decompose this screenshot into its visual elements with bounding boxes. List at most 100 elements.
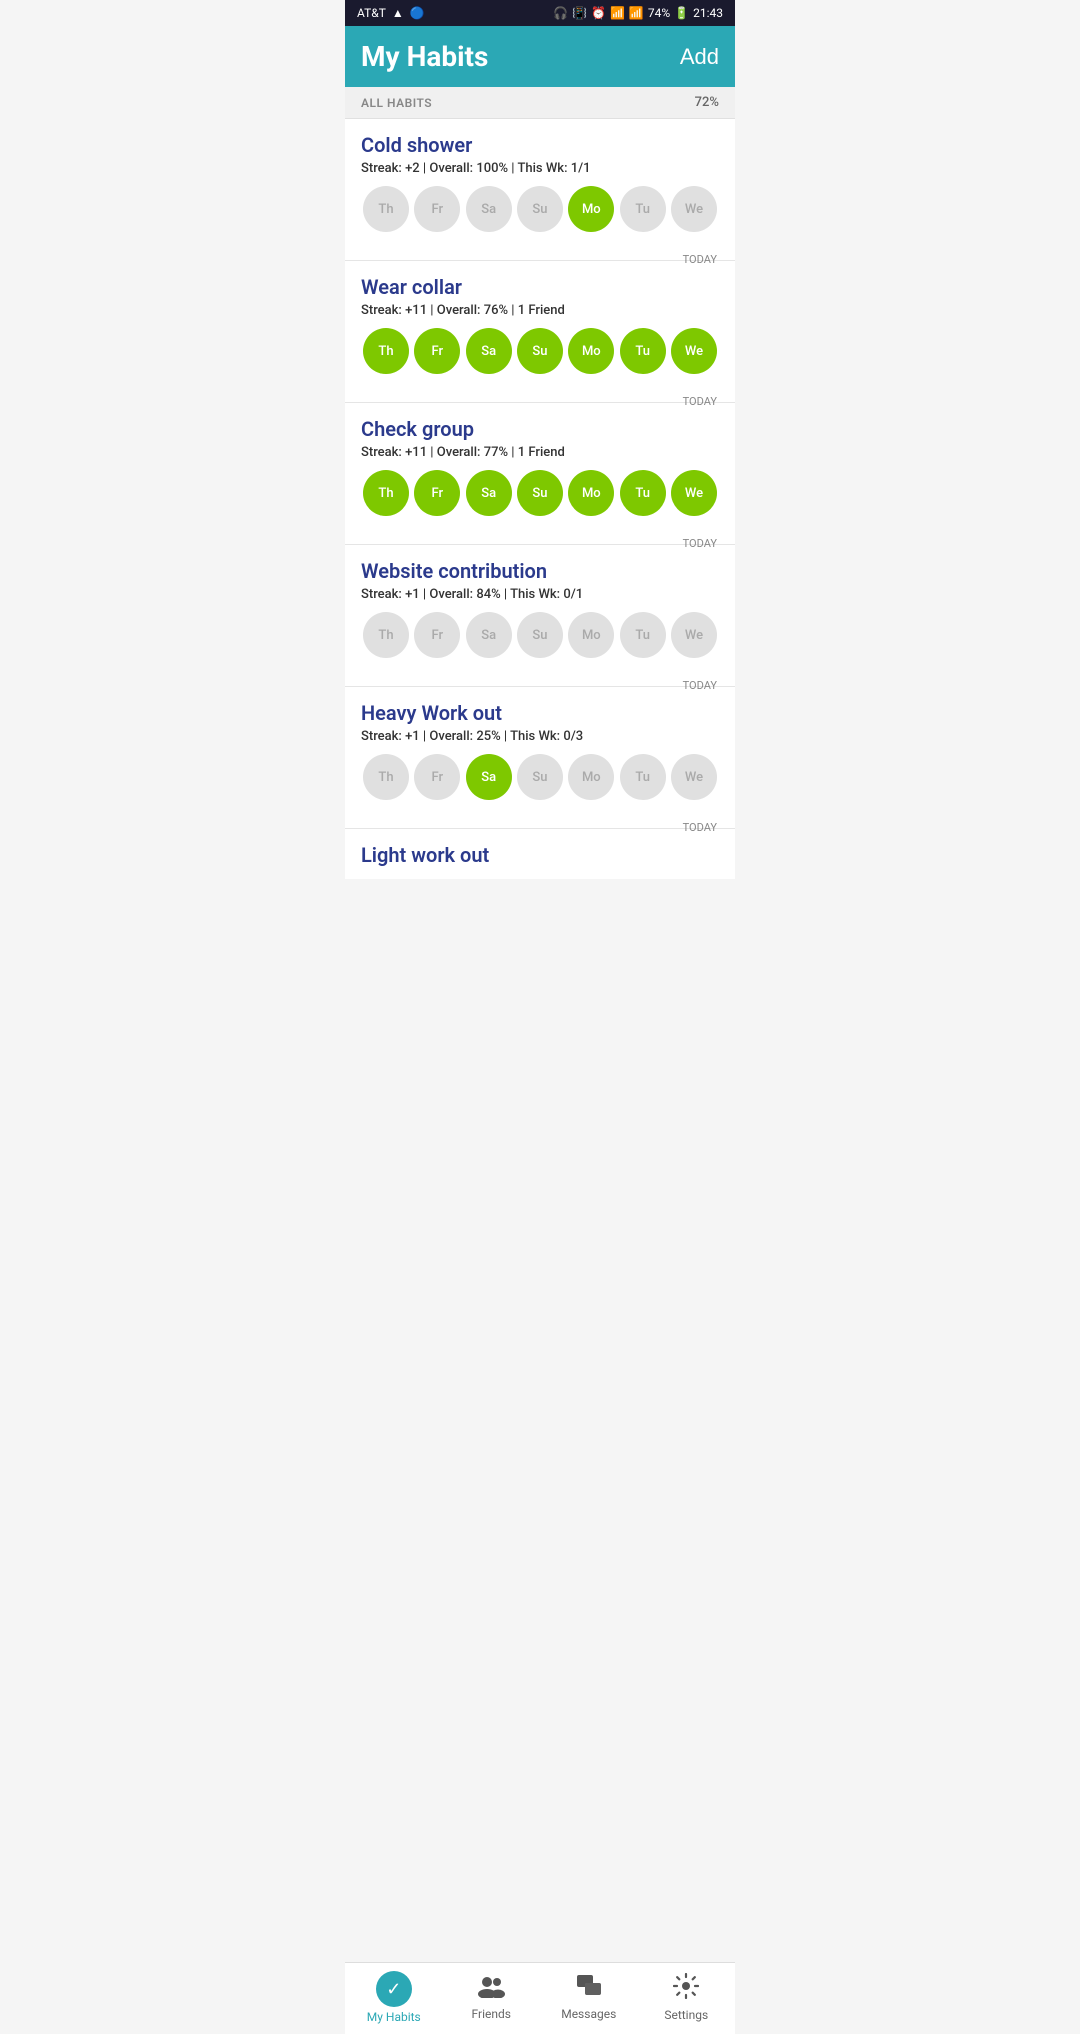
all-habits-label: ALL HABITS xyxy=(361,96,432,110)
day-circle-4-5[interactable]: Tu xyxy=(620,754,666,800)
day-circle-1-5[interactable]: Tu xyxy=(620,328,666,374)
friends-icon xyxy=(477,1974,505,2004)
days-row-3: ThFrSaSuMoTuWe xyxy=(361,612,719,658)
today-label-2: TODAY xyxy=(683,537,717,550)
messages-icon xyxy=(576,1974,602,2004)
days-wrapper-1: ThFrSaSuMoTuWeTODAY xyxy=(361,328,719,392)
today-label-4: TODAY xyxy=(683,821,717,834)
habit-stats-4: Streak: +1 | Overall: 25% | This Wk: 0/3 xyxy=(361,729,719,744)
nav-label-friends: Friends xyxy=(472,2007,511,2021)
today-label-3: TODAY xyxy=(683,679,717,692)
day-circle-0-0[interactable]: Th xyxy=(363,186,409,232)
days-wrapper-2: ThFrSaSuMoTuWeTODAY xyxy=(361,470,719,534)
habit-stats-2: Streak: +11 | Overall: 77% | 1 Friend xyxy=(361,445,719,460)
day-circle-2-1[interactable]: Fr xyxy=(414,470,460,516)
days-wrapper-0: ThFrSaSuMoTuWeTODAY xyxy=(361,186,719,250)
status-bar: AT&T ▲ 🔵 🎧 📳 ⏰ 📶 📶 74% 🔋 21:43 xyxy=(345,0,735,26)
today-label-1: TODAY xyxy=(683,395,717,408)
day-circle-4-0[interactable]: Th xyxy=(363,754,409,800)
day-circle-2-3[interactable]: Su xyxy=(517,470,563,516)
habit-stats-1: Streak: +11 | Overall: 76% | 1 Friend xyxy=(361,303,719,318)
habit-card-3[interactable]: Website contribution Streak: +1 | Overall… xyxy=(345,545,735,687)
alarm-icon: ⏰ xyxy=(591,6,606,20)
day-circle-1-3[interactable]: Su xyxy=(517,328,563,374)
settings-icon xyxy=(673,1973,699,2005)
nav-label-settings: Settings xyxy=(664,2008,708,2022)
add-button[interactable]: Add xyxy=(680,44,719,70)
days-row-2: ThFrSaSuMoTuWe xyxy=(361,470,719,516)
day-circle-4-3[interactable]: Su xyxy=(517,754,563,800)
nav-label-messages: Messages xyxy=(561,2007,616,2021)
day-circle-0-4[interactable]: Mo xyxy=(568,186,614,232)
wifi-icon: 📶 xyxy=(610,6,625,20)
day-circle-4-6[interactable]: We xyxy=(671,754,717,800)
day-circle-1-2[interactable]: Sa xyxy=(466,328,512,374)
day-circle-0-5[interactable]: Tu xyxy=(620,186,666,232)
habits-scroll-area: Cold shower Streak: +2 | Overall: 100% | … xyxy=(345,119,735,949)
days-row-1: ThFrSaSuMoTuWe xyxy=(361,328,719,374)
app-header: My Habits Add xyxy=(345,26,735,87)
droplet-icon: 🔵 xyxy=(410,6,425,20)
carrier: AT&T xyxy=(357,6,386,20)
nav-item-friends[interactable]: Friends xyxy=(443,1974,541,2021)
habit-card-0[interactable]: Cold shower Streak: +2 | Overall: 100% | … xyxy=(345,119,735,261)
app-title: My Habits xyxy=(361,40,488,73)
partial-habit-name: Light work out xyxy=(361,843,719,867)
nav-item-settings[interactable]: Settings xyxy=(638,1973,736,2022)
day-circle-3-2[interactable]: Sa xyxy=(466,612,512,658)
day-circle-2-6[interactable]: We xyxy=(671,470,717,516)
time: 21:43 xyxy=(693,6,723,20)
signal-icon: 📶 xyxy=(629,6,644,20)
habit-name-2: Check group xyxy=(361,417,719,441)
day-circle-0-3[interactable]: Su xyxy=(517,186,563,232)
warning-icon: ▲ xyxy=(392,6,404,20)
habit-card-4[interactable]: Heavy Work out Streak: +1 | Overall: 25% … xyxy=(345,687,735,829)
day-circle-3-0[interactable]: Th xyxy=(363,612,409,658)
day-circle-0-2[interactable]: Sa xyxy=(466,186,512,232)
habit-stats-3: Streak: +1 | Overall: 84% | This Wk: 0/1 xyxy=(361,587,719,602)
habit-stats-0: Streak: +2 | Overall: 100% | This Wk: 1/… xyxy=(361,161,719,176)
habit-card-2[interactable]: Check group Streak: +11 | Overall: 77% | … xyxy=(345,403,735,545)
day-circle-2-0[interactable]: Th xyxy=(363,470,409,516)
all-habits-percent: 72% xyxy=(695,95,719,110)
days-row-0: ThFrSaSuMoTuWe xyxy=(361,186,719,232)
bottom-nav: ✓ My Habits Friends Messages xyxy=(345,1962,735,2034)
habit-name-1: Wear collar xyxy=(361,275,719,299)
day-circle-3-4[interactable]: Mo xyxy=(568,612,614,658)
day-circle-3-5[interactable]: Tu xyxy=(620,612,666,658)
nav-label-my-habits: My Habits xyxy=(367,2010,421,2024)
day-circle-1-0[interactable]: Th xyxy=(363,328,409,374)
battery-icon: 🔋 xyxy=(674,6,689,20)
habits-list: Cold shower Streak: +2 | Overall: 100% | … xyxy=(345,119,735,829)
day-circle-2-5[interactable]: Tu xyxy=(620,470,666,516)
status-right: 🎧 📳 ⏰ 📶 📶 74% 🔋 21:43 xyxy=(553,6,723,20)
day-circle-1-4[interactable]: Mo xyxy=(568,328,614,374)
nav-item-my-habits[interactable]: ✓ My Habits xyxy=(345,1971,443,2024)
day-circle-2-2[interactable]: Sa xyxy=(466,470,512,516)
habit-card-1[interactable]: Wear collar Streak: +11 | Overall: 76% | … xyxy=(345,261,735,403)
days-row-4: ThFrSaSuMoTuWe xyxy=(361,754,719,800)
today-label-0: TODAY xyxy=(683,253,717,266)
days-wrapper-3: ThFrSaSuMoTuWeTODAY xyxy=(361,612,719,676)
day-circle-1-6[interactable]: We xyxy=(671,328,717,374)
day-circle-3-3[interactable]: Su xyxy=(517,612,563,658)
partial-habit-card[interactable]: Light work out xyxy=(345,829,735,879)
day-circle-1-1[interactable]: Fr xyxy=(414,328,460,374)
day-circle-3-6[interactable]: We xyxy=(671,612,717,658)
nav-item-messages[interactable]: Messages xyxy=(540,1974,638,2021)
habit-name-4: Heavy Work out xyxy=(361,701,719,725)
vibrate-icon: 📳 xyxy=(572,6,587,20)
day-circle-4-2[interactable]: Sa xyxy=(466,754,512,800)
headphone-icon: 🎧 xyxy=(553,6,568,20)
day-circle-0-1[interactable]: Fr xyxy=(414,186,460,232)
days-wrapper-4: ThFrSaSuMoTuWeTODAY xyxy=(361,754,719,818)
day-circle-4-1[interactable]: Fr xyxy=(414,754,460,800)
my-habits-check-icon: ✓ xyxy=(376,1971,412,2007)
habit-name-3: Website contribution xyxy=(361,559,719,583)
day-circle-4-4[interactable]: Mo xyxy=(568,754,614,800)
habit-name-0: Cold shower xyxy=(361,133,719,157)
day-circle-0-6[interactable]: We xyxy=(671,186,717,232)
day-circle-3-1[interactable]: Fr xyxy=(414,612,460,658)
day-circle-2-4[interactable]: Mo xyxy=(568,470,614,516)
all-habits-bar: ALL HABITS 72% xyxy=(345,87,735,119)
